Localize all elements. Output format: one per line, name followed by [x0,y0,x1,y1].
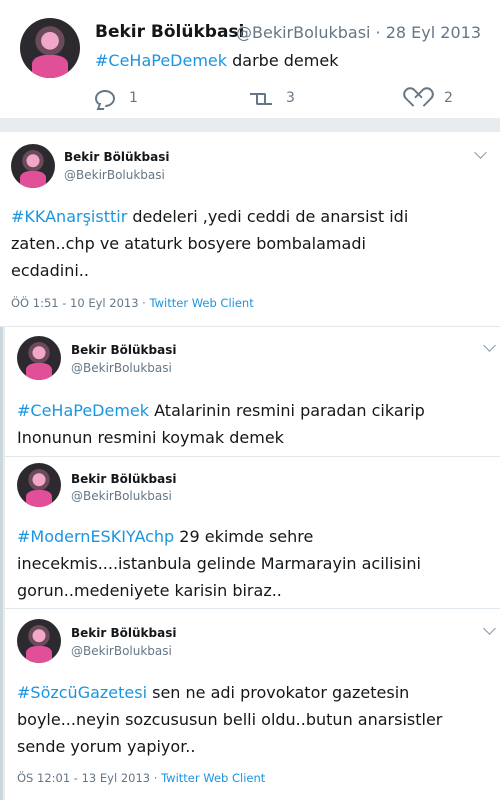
retweet-icon [250,91,272,105]
tweet-line: zaten..chp ve ataturk bosyere bombalamad… [11,234,366,253]
author-name[interactable]: Bekir Bölükbasi [71,472,176,486]
chevron-down-icon[interactable] [483,622,496,635]
thread-line [0,327,3,800]
tweet-line: sen ne adi provokator gazetesin [147,683,410,702]
avatar[interactable] [17,463,61,507]
tweet-text: #ModernESKIYAchp 29 ekimde sehre inecekm… [17,523,497,604]
hashtag-link[interactable]: #ModernESKIYAchp [17,527,174,546]
tweet-line: 29 ekimde sehre [174,527,314,546]
tweet-line: dedeleri ,yedi ceddi de anarsist idi [127,207,409,226]
tweet-line: Inonunun resmini koymak demek [17,428,284,447]
timestamp[interactable]: ÖÖ 1:51 - 10 Eyl 2013 · [11,296,150,310]
chevron-down-icon[interactable] [474,146,487,159]
tweet-meta: ÖÖ 1:51 - 10 Eyl 2013 · Twitter Web Clie… [11,296,254,310]
retweet-button[interactable]: 3 [250,86,295,110]
author-name[interactable]: Bekir Bölükbasi [71,343,176,357]
author-handle[interactable]: @BekirBolukbasi [64,168,165,182]
client-link[interactable]: Twitter Web Client [161,771,265,785]
like-count: 2 [444,90,453,106]
avatar[interactable] [11,144,55,188]
tweet-text: #CeHaPeDemek Atalarinin resmini paradan … [17,397,495,451]
chevron-down-icon[interactable] [483,339,496,352]
tweet-text: #CeHaPeDemek darbe demek [95,48,338,74]
heart-icon [410,89,430,107]
author-handle[interactable]: @BekirBolukbasi [71,489,172,503]
like-button[interactable]: 2 [410,86,453,110]
hashtag-link[interactable]: #SözcüGazetesi [17,683,147,702]
tweet-card[interactable]: Bekir Bölükbasi @BekirBolukbasi #CeHaPeD… [5,327,500,457]
client-link[interactable]: Twitter Web Client [150,296,254,310]
avatar[interactable] [17,619,61,663]
tweet-line: Atalarinin resmini paradan cikarip [149,401,425,420]
hashtag-link[interactable]: #CeHaPeDemek [17,401,149,420]
tweet-line: gorun..medeniyete karisin biraz.. [17,581,282,600]
hashtag-link[interactable]: #CeHaPeDemek [95,51,227,70]
tweet-line: sende yorum yapiyor.. [17,737,196,756]
tweet-card[interactable]: Bekir Bölükbasi @BekirBolukbasi #KKAnarş… [0,132,500,327]
avatar[interactable] [20,18,80,78]
tweet-body: darbe demek [227,51,339,70]
tweet-text: #KKAnarşisttir dedeleri ,yedi ceddi de a… [11,203,491,284]
author-handle[interactable]: @BekirBolukbasi [71,644,172,658]
author-name[interactable]: Bekir Bölükbasi [95,22,244,42]
tweet-card[interactable]: Bekir Bölükbasi @BekirBolukbasi #SözcüGa… [5,609,500,800]
tweet-card[interactable]: Bekir Bölükbasi @BekirBolukbasi #ModernE… [5,457,500,609]
tweet-line: ecdadini.. [11,261,89,280]
tweet-meta: ÖS 12:01 - 13 Eyl 2013 · Twitter Web Cli… [17,771,265,785]
author-handle[interactable]: @BekirBolukbasi [71,361,172,375]
author-name[interactable]: Bekir Bölükbasi [64,150,169,164]
tweet-text: #SözcüGazetesi sen ne adi provokator gaz… [17,679,497,760]
author-name[interactable]: Bekir Bölükbasi [71,626,176,640]
reply-button[interactable]: 1 [95,86,138,110]
hashtag-link[interactable]: #KKAnarşisttir [11,207,127,226]
retweet-count: 3 [286,90,295,106]
avatar[interactable] [17,336,61,380]
reply-icon [95,89,115,107]
timestamp[interactable]: ÖS 12:01 - 13 Eyl 2013 · [17,771,161,785]
tweet-line: inecekmis....istanbula gelinde Marmarayi… [17,554,421,573]
reply-count: 1 [129,90,138,106]
top-tweet-card[interactable]: Bekir Bölükbasi @BekirBolukbasi · 28 Eyl… [0,0,500,124]
author-handle-and-date[interactable]: @BekirBolukbasi · 28 Eyl 2013 [236,23,481,42]
tweet-line: boyle...neyin sozcususun belli oldu..but… [17,710,443,729]
